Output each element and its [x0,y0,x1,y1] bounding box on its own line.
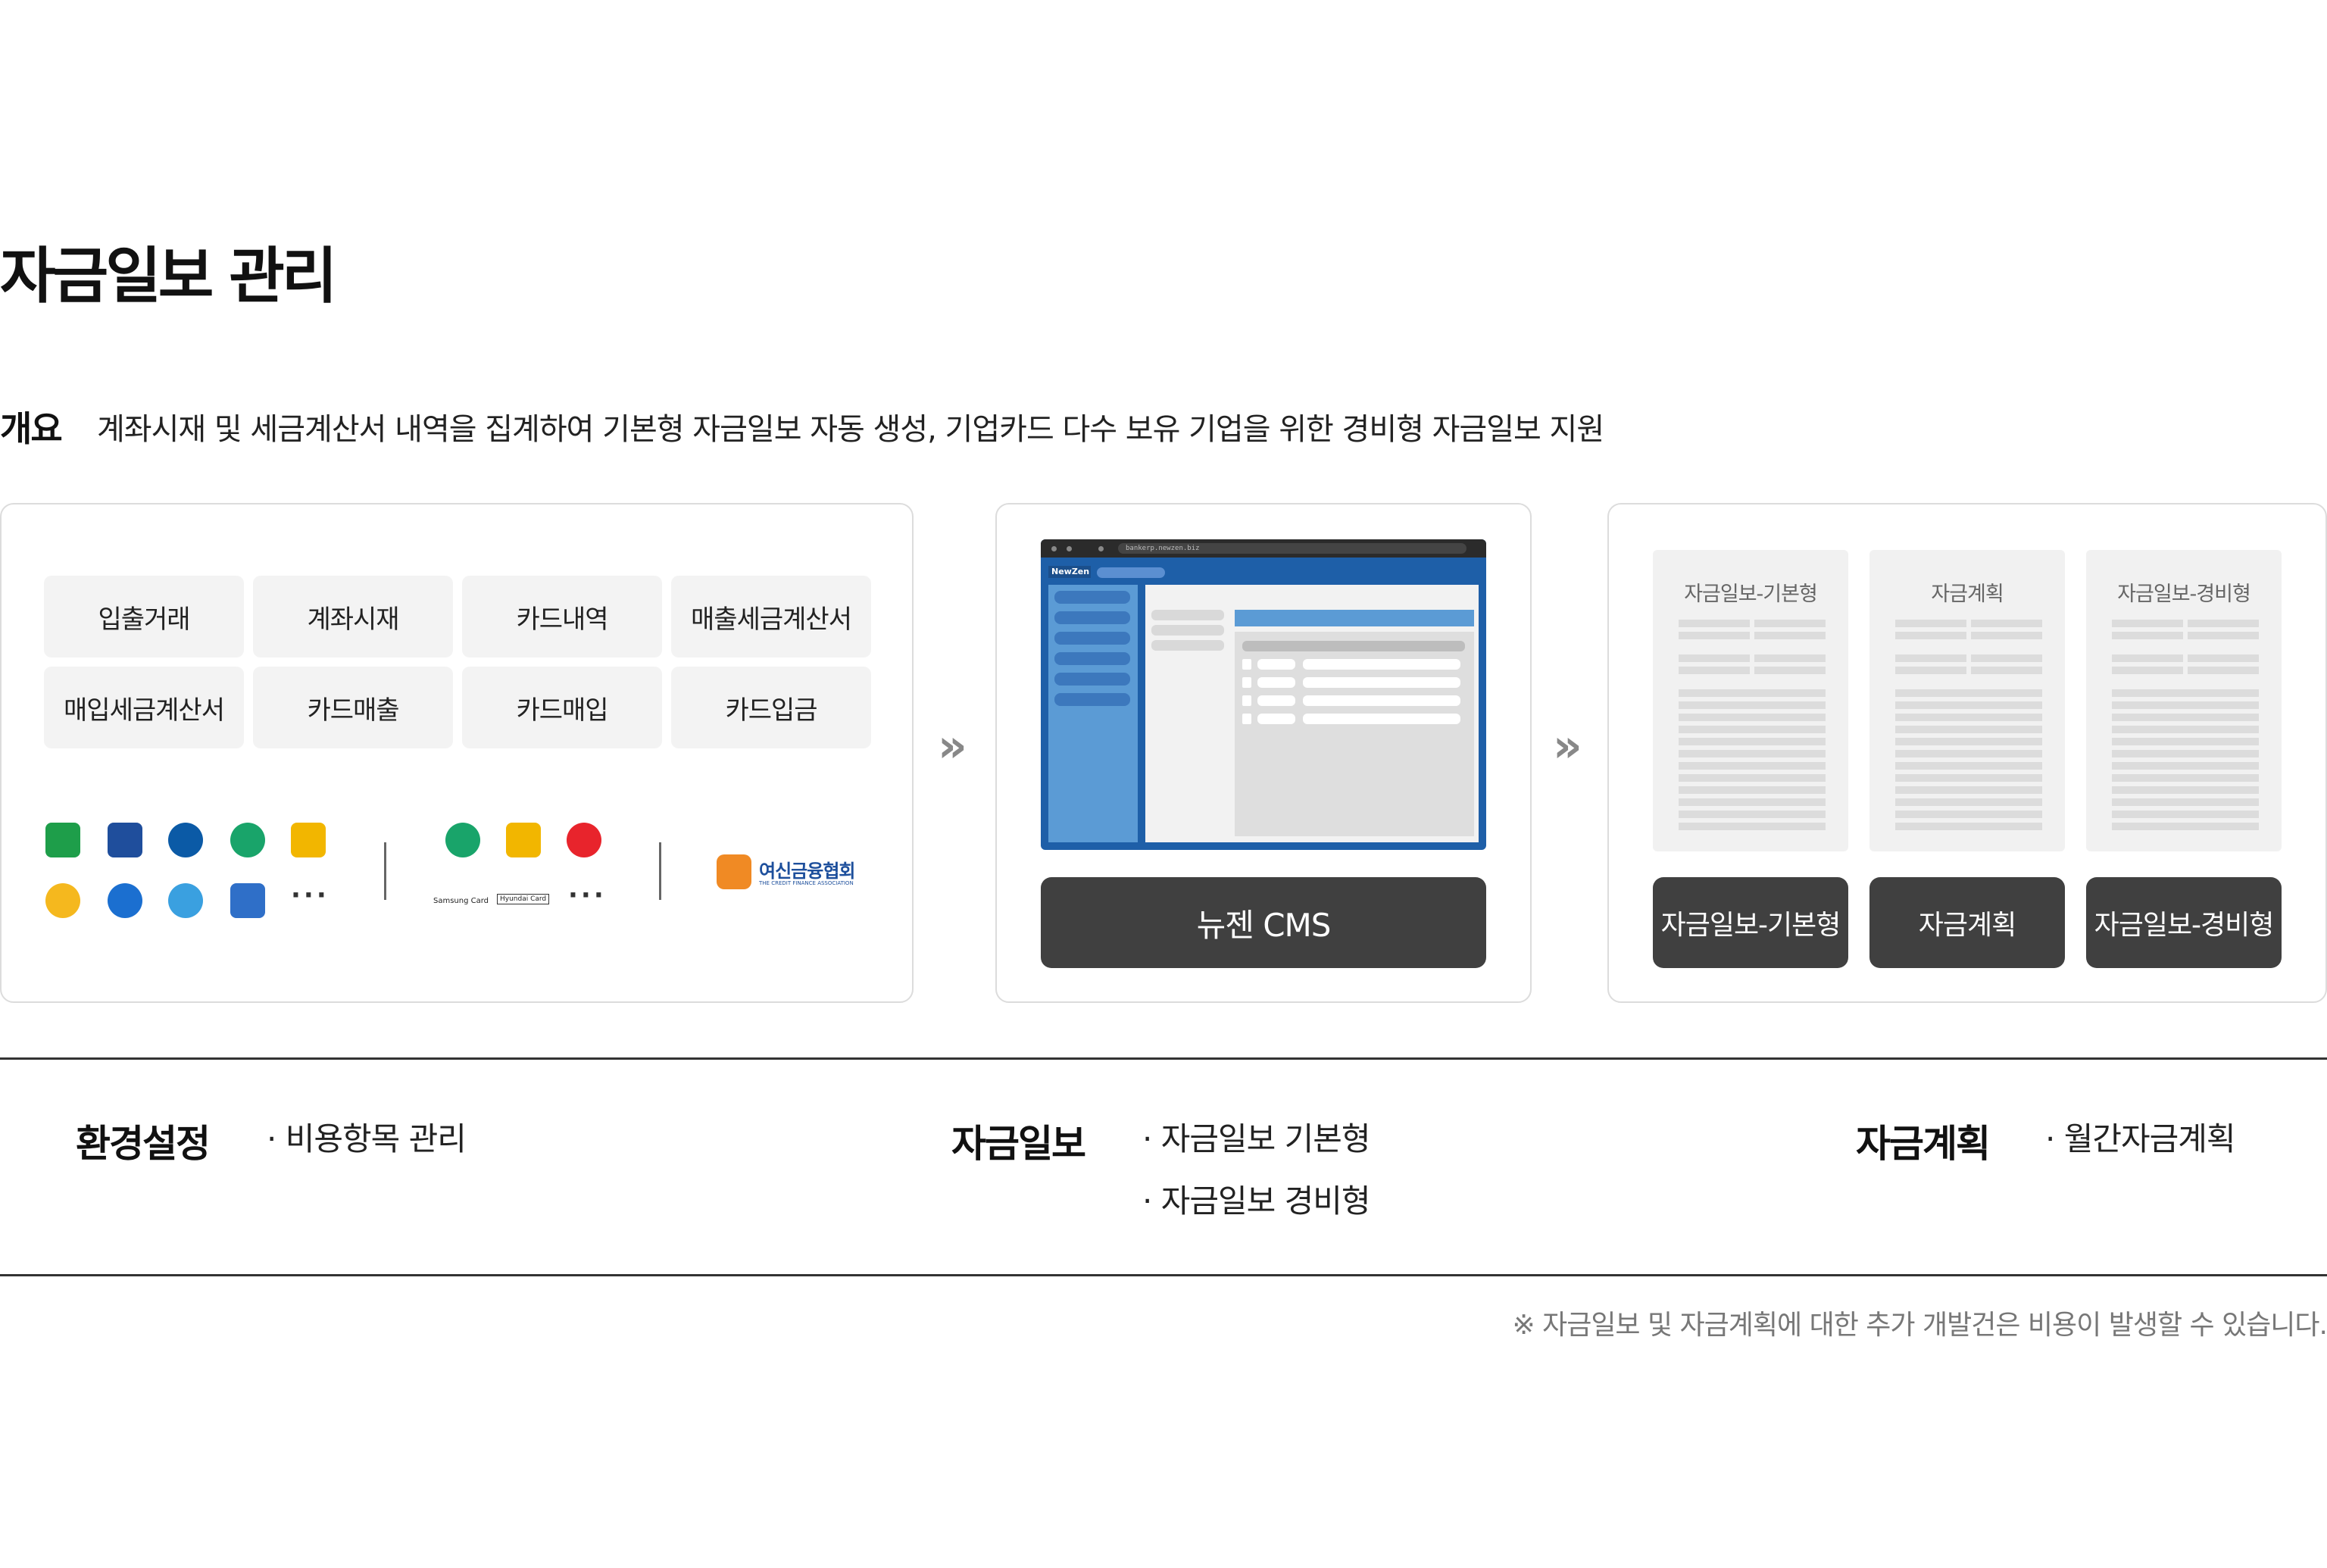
bank-logo-icon [108,823,142,857]
newzen-logo: NewZen [1048,566,1091,578]
bank-logo-icon [108,883,142,918]
bank-logo-icon [230,883,265,918]
overview-label: 개요 [0,408,63,449]
card-logo-icon [567,823,601,857]
daily-report-item: · 자금일보 경비형 [1142,1182,1371,1220]
association-logo-icon [717,854,751,889]
outputs-panel: 자금일보-기본형 자금계획 자금일보-경비형 자금일보-기본형 자금계획 자금일… [1607,503,2327,1003]
divider [384,842,386,900]
fund-plan-title: 자금계획 [1856,1122,1991,1166]
bank-logo-icon [45,823,80,857]
document-preview-plan: 자금계획 [1869,550,2065,851]
bank-logo-icon [45,883,80,918]
association-subtitle: THE CREDIT FINANCE ASSOCIATION [759,880,854,886]
divider [659,842,661,900]
daily-report-expense-button[interactable]: 자금일보-경비형 [2086,877,2282,968]
card-logo-icon [506,823,541,857]
more-cards-icon: ··· [568,880,607,911]
divider [0,1274,2327,1276]
card-brand-hyundai: Hyundai Card [497,894,550,904]
browser-url: bankerp.newzen.biz [1118,543,1466,554]
divider [0,1057,2327,1060]
settings-title: 환경설정 [76,1122,211,1166]
source-chip-card-deposit: 카드입금 [671,667,871,748]
document-title: 자금계획 [1931,583,2004,606]
daily-report-item: · 자금일보 기본형 [1142,1120,1371,1157]
document-preview-expense: 자금일보-경비형 [2086,550,2282,851]
document-title: 자금일보-기본형 [1684,583,1818,606]
source-chip-account-balance: 계좌시재 [253,576,453,657]
arrow-right-icon: » [938,720,967,773]
data-sources-panel: 입출거래 계좌시재 카드내역 매출세금계산서 매입세금계산서 카드매출 카드매입… [0,503,914,1003]
page-title: 자금일보 관리 [0,241,337,311]
overview-text: 계좌시재 및 세금계산서 내역을 집계하여 기본형 자금일보 자동 생성, 기업… [97,412,1604,447]
source-chip-purchase-tax-invoice: 매입세금계산서 [44,667,244,748]
settings-item: · 비용항목 관리 [267,1120,467,1157]
source-chip-deposit-withdrawal: 입출거래 [44,576,244,657]
bank-logo-icon [168,823,203,857]
bank-logo-icon [168,883,203,918]
bank-logo-icon [291,823,326,857]
source-chip-card-sales: 카드매출 [253,667,453,748]
newzen-cms-button[interactable]: 뉴젠 CMS [1041,877,1486,968]
card-logo-icon [445,823,480,857]
source-chip-card-purchase: 카드매입 [462,667,662,748]
cms-browser-screenshot: bankerp.newzen.biz NewZen [1041,539,1486,850]
daily-report-basic-button[interactable]: 자금일보-기본형 [1653,877,1848,968]
bank-logo-icon [230,823,265,857]
cms-panel: bankerp.newzen.biz NewZen 뉴젠 CMS [995,503,1532,1003]
footnote: ※ 자금일보 및 자금계획에 대한 추가 개발건은 비용이 발생할 수 있습니다… [1512,1310,2327,1341]
daily-report-title: 자금일보 [951,1122,1086,1166]
more-banks-icon: ··· [291,880,330,911]
fund-plan-button[interactable]: 자금계획 [1869,877,2065,968]
arrow-right-icon: » [1553,720,1582,773]
association-name: 여신금융협회 [759,861,855,882]
source-chip-sales-tax-invoice: 매출세금계산서 [671,576,871,657]
document-title: 자금일보-경비형 [2117,583,2251,606]
card-brand-samsung: Samsung Card [433,897,489,905]
source-chip-card-history: 카드내역 [462,576,662,657]
fund-plan-item: · 월간자금계획 [2045,1120,2236,1157]
document-preview-basic: 자금일보-기본형 [1653,550,1848,851]
